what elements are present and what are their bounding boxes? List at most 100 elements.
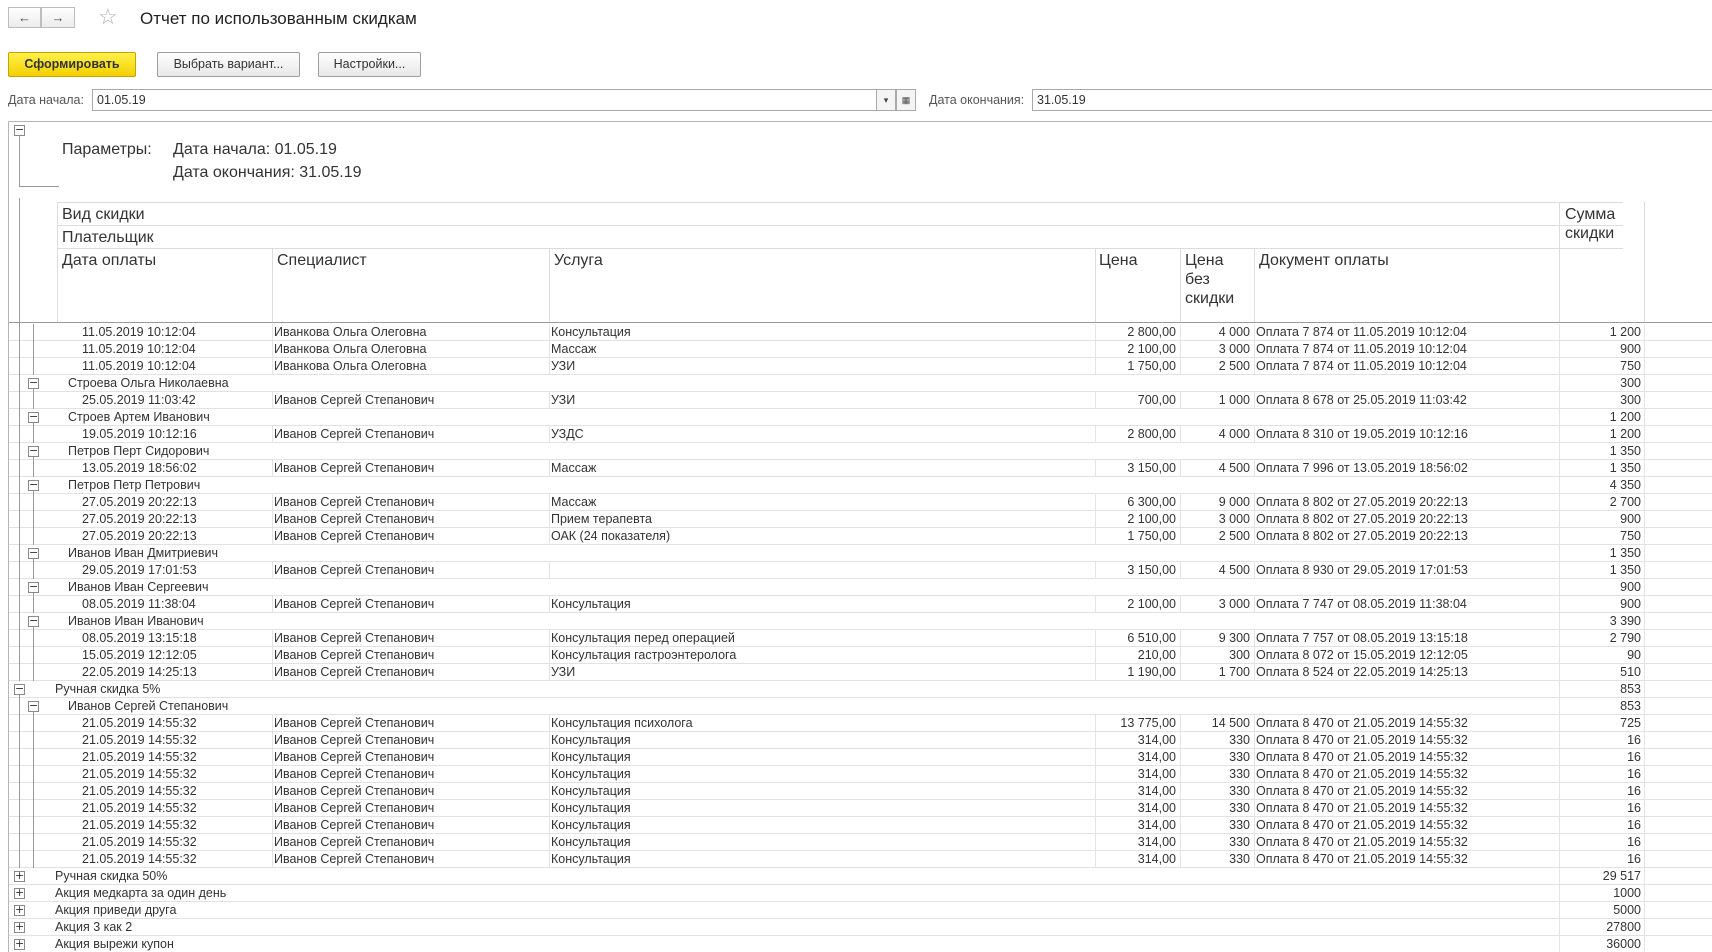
expand-group-toggle[interactable]: + [14,921,25,933]
minus-icon: − [29,699,39,712]
table-row[interactable]: 13.05.2019 18:56:02 Иванов Сергей Степано… [9,460,1712,477]
specialist-cell: Иванкова Ольга Олеговна [274,359,427,373]
column-separator [272,596,273,612]
generate-button[interactable]: Сформировать [8,52,136,77]
table-row[interactable]: 11.05.2019 10:12:04 Иванкова Ольга Олегов… [9,358,1712,375]
service-cell: УЗИ [551,359,576,373]
table-row[interactable]: 29.05.2019 17:01:53 Иванов Сергей Степано… [9,562,1712,579]
payment-document-cell: Оплата 8 470 от 21.05.2019 14:55:32 [1256,750,1468,764]
column-separator [1095,596,1096,612]
collapse-group-toggle[interactable]: − [28,614,39,627]
discount-sum-cell: 1 350 [1609,461,1641,475]
start-date-calendar-button[interactable]: ▦ [896,89,916,111]
payer-group-row[interactable]: Петров Перт Сидорович 1 350 [9,443,1712,460]
table-row[interactable]: 21.05.2019 14:55:32 Иванов Сергей Степано… [9,851,1712,868]
payer-group-row[interactable]: Строева Ольга Николаевна 300 [9,375,1712,392]
column-separator [549,562,550,578]
collapse-group-toggle[interactable]: − [28,581,39,593]
payer-group-row[interactable]: Иванов Иван Иванович 3 390 [9,613,1712,630]
collapse-group-toggle[interactable]: − [28,699,39,712]
forward-button[interactable]: → [41,7,75,28]
discount-group-row[interactable]: Ручная скидка 50% 29 517 [9,868,1712,885]
table-row[interactable]: 21.05.2019 14:55:32 Иванов Сергей Степано… [9,749,1712,766]
payer-group-row[interactable]: Иванов Сергей Степанович 853 [9,698,1712,715]
start-date-dropdown-button[interactable]: ▾ [876,89,896,111]
payer-group-row[interactable]: Иванов Иван Дмитриевич 1 350 [9,545,1712,562]
expand-group-toggle[interactable]: + [14,887,25,899]
discount-group-row[interactable]: Ручная скидка 5% 853 [9,681,1712,698]
discount-sum-cell: 510 [1620,665,1641,679]
column-separator [1180,426,1181,442]
table-row[interactable]: 27.05.2019 20:22:13 Иванов Сергей Степано… [9,528,1712,545]
settings-button[interactable]: Настройки... [318,52,421,77]
discount-group-row[interactable]: Акция вырежи купон 36000 [9,936,1712,952]
table-row[interactable]: 25.05.2019 11:03:42 Иванов Сергей Степано… [9,392,1712,409]
specialist-cell: Иванов Сергей Степанович [274,563,435,577]
collapse-group-toggle[interactable]: − [28,411,39,423]
table-row[interactable]: 21.05.2019 14:55:32 Иванов Сергей Степано… [9,800,1712,817]
group-sum-cell: 4 350 [1609,478,1641,492]
table-row[interactable]: 11.05.2019 10:12:04 Иванкова Ольга Олегов… [9,324,1712,341]
discount-group-row[interactable]: Акция приведи друга 5000 [9,902,1712,919]
payer-group-row[interactable]: Иванов Иван Сергеевич 900 [9,579,1712,596]
payment-date-cell: 21.05.2019 14:55:32 [82,716,197,730]
discount-group-row[interactable]: Акция 3 как 2 27800 [9,919,1712,936]
expand-group-toggle[interactable]: + [14,870,25,882]
collapse-parameters-toggle[interactable]: − [14,124,25,136]
collapse-group-toggle[interactable]: − [14,683,25,695]
column-separator [1644,375,1645,391]
column-separator [1559,681,1560,697]
payment-document-cell: Оплата 8 470 от 21.05.2019 14:55:32 [1256,801,1468,815]
column-separator [549,732,550,748]
table-row[interactable]: 08.05.2019 11:38:04 Иванов Сергей Степано… [9,596,1712,613]
table-row[interactable]: 21.05.2019 14:55:32 Иванов Сергей Степано… [9,766,1712,783]
payment-document-cell: Оплата 7 874 от 11.05.2019 10:12:04 [1256,325,1467,339]
discount-sum-cell: 90 [1627,648,1641,662]
table-row[interactable]: 22.05.2019 14:25:13 Иванов Сергей Степано… [9,664,1712,681]
choose-variant-button[interactable]: Выбрать вариант... [157,52,300,77]
column-separator [1254,817,1255,833]
table-row[interactable]: 19.05.2019 10:12:16 Иванов Сергей Степано… [9,426,1712,443]
collapse-group-toggle[interactable]: − [28,377,39,389]
table-row[interactable]: 27.05.2019 20:22:13 Иванов Сергей Степано… [9,511,1712,528]
service-cell: Консультация [551,597,631,611]
column-separator [1559,460,1560,476]
column-separator [1559,494,1560,510]
table-row[interactable]: 21.05.2019 14:55:32 Иванов Сергей Степано… [9,732,1712,749]
expand-group-toggle[interactable]: + [14,938,25,950]
table-row[interactable]: 21.05.2019 14:55:32 Иванов Сергей Степано… [9,783,1712,800]
start-date-field[interactable]: 01.05.19 [92,89,877,111]
tree-line [33,593,34,613]
table-row[interactable]: 15.05.2019 12:12:05 Иванов Сергей Степано… [9,647,1712,664]
back-button[interactable]: ← [8,7,41,28]
column-separator [1644,783,1645,799]
collapse-group-toggle[interactable]: − [28,479,39,491]
table-row[interactable]: 21.05.2019 14:55:32 Иванов Сергей Степано… [9,817,1712,834]
table-row[interactable]: 27.05.2019 20:22:13 Иванов Сергей Степано… [9,494,1712,511]
payer-group-row[interactable]: Петров Петр Петрович 4 350 [9,477,1712,494]
discount-group-row[interactable]: Акция медкарта за один день 1000 [9,885,1712,902]
discount-sum-cell: 16 [1627,750,1641,764]
discount-type-label: Акция вырежи купон [55,937,174,951]
column-separator [1180,528,1181,544]
table-row[interactable]: 11.05.2019 10:12:04 Иванкова Ольга Олегов… [9,341,1712,358]
table-row[interactable]: 21.05.2019 14:55:32 Иванов Сергей Степано… [9,715,1712,732]
table-row[interactable]: 21.05.2019 14:55:32 Иванов Сергей Степано… [9,834,1712,851]
collapse-group-toggle[interactable]: − [28,445,39,457]
report-spreadsheet[interactable]: − Параметры: Дата начала: 01.05.19 Дата … [8,121,1712,952]
table-row[interactable]: 08.05.2019 13:15:18 Иванов Сергей Степано… [9,630,1712,647]
payment-date-cell: 11.05.2019 10:12:04 [82,325,196,339]
column-separator [1095,392,1096,408]
payment-date-cell: 13.05.2019 18:56:02 [82,461,197,475]
collapse-group-toggle[interactable]: − [28,547,39,559]
end-date-field[interactable]: 31.05.19 [1032,89,1712,111]
minus-icon: − [29,614,39,627]
header-price-full-2: без [1185,271,1210,288]
column-separator [1095,664,1096,680]
favorite-star-icon[interactable]: ☆ [98,5,118,29]
expand-group-toggle[interactable]: + [14,904,25,916]
column-separator [1559,545,1560,561]
payer-group-row[interactable]: Строев Артем Иванович 1 200 [9,409,1712,426]
payment-date-cell: 27.05.2019 20:22:13 [82,495,197,509]
price-full-cell: 330 [1229,801,1250,815]
